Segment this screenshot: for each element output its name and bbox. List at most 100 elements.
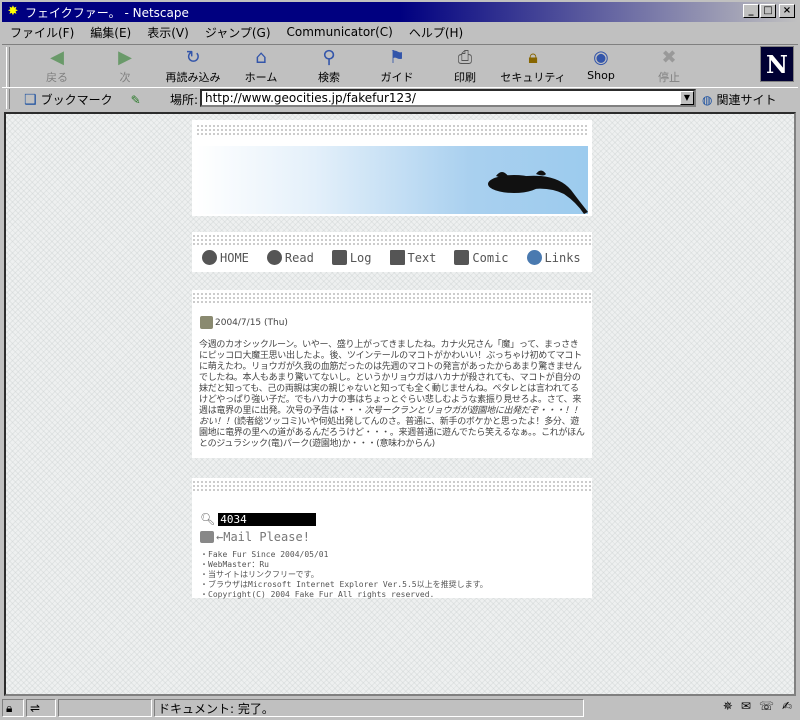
reload-button[interactable]: ↻ 再読み込み (160, 47, 226, 87)
print-button[interactable]: ⎙ 印刷 (432, 47, 498, 87)
nav-links-label: Links (544, 250, 581, 265)
menu-edit[interactable]: 編集(E) (82, 24, 139, 41)
security-status-icon[interactable]: 🔒︎ (2, 699, 24, 717)
forward-arrow-icon: ▶ (118, 47, 132, 68)
note-line: ・ブラウザはMicrosoft Internet Explorer Ver.5.… (200, 580, 488, 589)
site-info: 🔍︎ 4034 ←Mail Please! ・Fake Fur Since 20… (192, 478, 592, 599)
entry-body: 今週のカオシックルーン。いやー、盛り上がってきましたね。カナ火兄さん「魔」って、… (199, 340, 585, 450)
security-button[interactable]: 🔒︎ セキュリティ (500, 47, 566, 87)
navigator-icon[interactable]: ✵ (723, 699, 733, 713)
pencil-icon (454, 250, 470, 265)
search-label: 検索 (318, 71, 340, 84)
stop-label: 停止 (658, 71, 680, 84)
print-label: 印刷 (454, 71, 476, 84)
dot-border (196, 124, 588, 136)
back-label: 戻る (46, 71, 68, 84)
netscape-app-icon[interactable]: ✸ (5, 4, 21, 20)
nav-home-label: HOME (220, 250, 249, 265)
location-grip[interactable] (4, 89, 12, 109)
shop-icon: ◉ (593, 47, 609, 68)
dot-border (192, 234, 592, 246)
location-bar: ❑ ブックマーク ✎ 場所: http://www.geocities.jp/f… (2, 88, 798, 110)
mail-icon (200, 531, 214, 543)
entry-body-text: 今週のカオシックルーン。いやー、盛り上がってきましたね。カナ火兄さん「魔」って、… (199, 340, 582, 416)
url-text: http://www.geocities.jp/fakefur123/ (205, 91, 416, 105)
menu-view[interactable]: 表示(V) (139, 24, 197, 41)
reload-label: 再読み込み (165, 71, 221, 84)
url-dropdown-arrow[interactable]: ▼ (680, 91, 694, 105)
menu-communicator[interactable]: Communicator(C) (279, 25, 401, 39)
home-icon (202, 250, 217, 265)
page-content[interactable]: HOME Read Log Text Comic Links 2004/7/15… (4, 112, 796, 696)
status-bar: 🔒︎ ⇌ ドキュメント: 完了。 ✵ ✉ ☏ ✍ (2, 698, 798, 718)
minimize-button[interactable]: _ (743, 4, 759, 18)
close-button[interactable]: × (779, 4, 795, 18)
nav-read[interactable]: Read (266, 250, 314, 265)
site-banner (192, 120, 592, 216)
stop-button[interactable]: ✖ 停止 (636, 47, 702, 87)
nav-read-label: Read (284, 250, 314, 265)
guide-icon: ⚑ (388, 47, 406, 68)
nav-home[interactable]: HOME (202, 250, 249, 265)
shop-button[interactable]: ◉ Shop (568, 47, 634, 87)
mail-link[interactable]: ←Mail Please! (200, 530, 310, 544)
url-input[interactable]: http://www.geocities.jp/fakefur123/ ▼ (200, 89, 696, 107)
reload-icon: ↻ (185, 47, 201, 68)
netscape-logo[interactable]: N (760, 46, 794, 82)
menu-help[interactable]: ヘルプ(H) (401, 24, 471, 41)
related-sites-button[interactable]: ◍ 関連サイト (702, 91, 777, 108)
window-title: フェイクファー。 - Netscape (25, 5, 189, 20)
title-bar[interactable]: ✸ フェイクファー。 - Netscape _ □ × (2, 2, 798, 22)
note-line: ・Copyright(C) 2004 Fake Fur All rights r… (200, 590, 435, 599)
window-controls: _ □ × (742, 4, 795, 18)
bookmarks-button[interactable]: ❑ ブックマーク ✎ (24, 91, 141, 108)
dot-border (192, 292, 592, 304)
menu-bar: ファイル(F) 編集(E) 表示(V) ジャンプ(G) Communicator… (2, 22, 798, 42)
search-button[interactable]: ⚲ 検索 (296, 47, 362, 87)
site-nav: HOME Read Log Text Comic Links (192, 232, 592, 272)
banner-image (196, 146, 588, 214)
netscape-window: ✸ フェイクファー。 - Netscape _ □ × ファイル(F) 編集(E… (0, 0, 800, 720)
toolbar-grip[interactable] (4, 47, 12, 87)
maximize-button[interactable]: □ (760, 4, 776, 18)
progress-cell (58, 699, 152, 717)
forward-label: 次 (119, 71, 131, 84)
lamp-bird-silhouette (488, 170, 588, 214)
home-label: ホーム (244, 71, 278, 84)
nav-text-label: Text (407, 250, 437, 265)
composer-icon[interactable]: ✍ (782, 699, 792, 713)
note-line: ・Fake Fur Since 2004/05/01 (200, 550, 329, 559)
discussions-icon[interactable]: ☏ (759, 699, 774, 713)
mail-label: ←Mail Please! (216, 530, 310, 544)
menu-file[interactable]: ファイル(F) (2, 24, 82, 41)
note-line: ・WebMaster：Ru (200, 560, 269, 569)
back-arrow-icon: ◀ (50, 47, 64, 68)
navigation-toolbar: ◀ 戻る ▶ 次 ↻ 再読み込み ⌂ ホーム ⚲ 検索 ⚑ ガイド ⎙ 印刷 🔒… (2, 44, 798, 88)
nav-comic-label: Comic (472, 250, 509, 265)
dot-border (192, 480, 592, 492)
nav-links[interactable]: Links (526, 250, 581, 265)
home-icon: ⌂ (255, 47, 267, 68)
back-button[interactable]: ◀ 戻る (24, 47, 90, 87)
entry-date-text: 2004/7/15 (Thu) (215, 317, 288, 328)
magnifier-icon: 🔍︎ (200, 512, 216, 526)
nav-text[interactable]: Text (389, 250, 437, 265)
nav-comic[interactable]: Comic (454, 250, 509, 265)
log-icon (331, 250, 347, 265)
calendar-icon (200, 316, 213, 329)
stop-icon: ✖ (661, 47, 677, 68)
nav-log[interactable]: Log (331, 250, 372, 265)
security-label: セキュリティ (500, 71, 566, 84)
related-label: 関連サイト (716, 93, 777, 107)
lock-icon: 🔒︎ (528, 47, 538, 68)
guide-button[interactable]: ⚑ ガイド (364, 47, 430, 87)
forward-button[interactable]: ▶ 次 (92, 47, 158, 87)
status-message: ドキュメント: 完了。 (158, 701, 274, 716)
menu-go[interactable]: ジャンプ(G) (197, 24, 279, 41)
home-button[interactable]: ⌂ ホーム (228, 47, 294, 87)
page-proxy-icon[interactable]: ✎ (131, 93, 141, 107)
inbox-icon[interactable]: ✉ (741, 699, 751, 713)
globe-icon (526, 250, 542, 265)
search-icon: ⚲ (322, 47, 336, 68)
nav-log-label: Log (349, 250, 372, 265)
